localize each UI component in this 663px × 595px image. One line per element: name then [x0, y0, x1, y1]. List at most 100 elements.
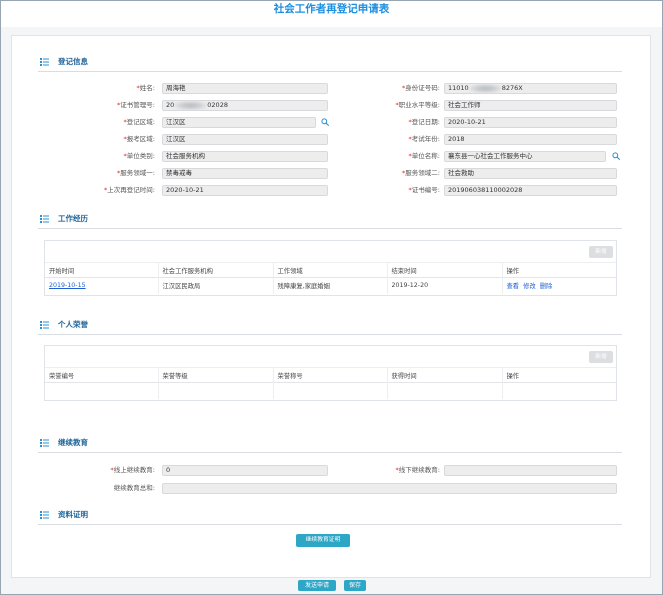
- reg-area-label: *登记区域:: [60, 117, 155, 128]
- form-card: 登记信息 *姓名: 周海艳 *身份证号码: 11010 8276X *证书管理号:…: [12, 36, 650, 577]
- reg-date-field[interactable]: 2020-10-21: [444, 117, 617, 128]
- edit-link[interactable]: 修改: [523, 283, 536, 290]
- label-text: 登记区域:: [126, 118, 155, 126]
- exam-year-field[interactable]: 2018: [444, 134, 617, 145]
- label-text: 线下继续教育:: [398, 466, 440, 474]
- reg-area-field[interactable]: 江汉区: [162, 117, 316, 128]
- label-text: 证书编号:: [411, 186, 440, 194]
- list-icon: [40, 439, 49, 447]
- table-cell: [387, 382, 503, 399]
- org-name-field[interactable]: 襄东县一心社会工作服务中心: [444, 151, 606, 162]
- column-header-honor-title: 荣誉称号: [273, 367, 388, 383]
- level-field[interactable]: 社会工作师: [444, 100, 617, 111]
- column-header-actions: 操作: [506, 372, 520, 380]
- section-honors-header: 个人荣誉: [38, 319, 622, 335]
- education-total-field[interactable]: [162, 483, 617, 494]
- label-text: 考试年份:: [411, 135, 440, 143]
- field-value: 201906038110002028: [448, 186, 523, 194]
- label-text: 服务领域一:: [120, 169, 155, 177]
- table-cell: [502, 383, 616, 399]
- label-text: 单位类别:: [126, 152, 155, 160]
- field-value: 周海艳: [166, 84, 186, 92]
- name-label: *姓名:: [60, 83, 155, 94]
- field-value: 江汉区: [166, 135, 186, 143]
- field-value: 2018: [448, 135, 465, 143]
- id-number-field[interactable]: 11010 8276X: [444, 83, 617, 94]
- list-icon: [40, 58, 49, 66]
- label-text: 身份证号码:: [405, 84, 440, 92]
- field-value: 襄东县一心社会工作服务中心: [448, 152, 533, 160]
- org-type-label: *单位类别:: [60, 151, 155, 162]
- section-continuing-education-header: 继续教育: [38, 437, 622, 453]
- org-name-label: *单位名称:: [345, 151, 440, 162]
- table-cell-actions: 查看 修改 删除: [502, 278, 616, 294]
- cert-no-field[interactable]: 201906038110002028: [444, 185, 617, 196]
- page-title: 社会工作者再登记申请表: [273, 3, 390, 15]
- field-value: 江汉区: [166, 118, 186, 126]
- field-value-prefix: 20: [166, 101, 175, 109]
- org-type-field[interactable]: 社会服务机构: [162, 151, 328, 162]
- column-header-obtained-time: 获得时间: [387, 367, 503, 383]
- service-area-2-label: *服务领域二:: [345, 168, 440, 179]
- exam-year-label: *考试年份:: [345, 134, 440, 145]
- section-title: 个人荣誉: [58, 320, 88, 329]
- redacted-blur: [174, 101, 208, 110]
- field-value: 社会救助: [448, 169, 474, 177]
- service-area-2-field[interactable]: 社会救助: [444, 168, 617, 179]
- column-header-honor-level: 荣誉等级: [158, 367, 274, 383]
- start-time-link[interactable]: 2019-10-15: [49, 282, 86, 289]
- service-area-1-field[interactable]: 禁毒戒毒: [162, 168, 328, 179]
- submit-application-button[interactable]: 发送申请: [298, 580, 336, 591]
- title-bar: 社会工作者再登记申请表: [0, 0, 663, 27]
- honors-table: 荣誉编号 荣誉等级 荣誉称号 获得时间 操作: [45, 367, 616, 399]
- save-button[interactable]: 保存: [344, 580, 366, 591]
- label-text: 报考区域:: [126, 135, 155, 143]
- table-cell: 残障康复,家庭婚姻: [273, 277, 388, 294]
- table-cell: [273, 382, 388, 399]
- view-link[interactable]: 查看: [507, 283, 520, 290]
- application-page: 社会工作者再登记申请表 登记信息 *姓名: 周海艳 *身份证号码: 11010 8…: [0, 0, 663, 595]
- last-rereg-time-label: *上次再登记时间:: [60, 185, 155, 196]
- label-text: 登记日期:: [411, 118, 440, 126]
- column-header-end-time: 结束时间: [387, 262, 503, 278]
- field-value: 2020-10-21: [448, 118, 486, 126]
- cert-mgmt-no-label: *证书管理号:: [60, 100, 155, 111]
- section-work-experience-header: 工作经历: [38, 213, 622, 229]
- field-value: 2020-10-21: [166, 186, 204, 194]
- education-proof-button[interactable]: 继续教育证明: [296, 534, 350, 547]
- exam-area-field[interactable]: 江汉区: [162, 134, 328, 145]
- label-text: 上次再登记时间:: [107, 186, 155, 194]
- table-row: 2019-10-15 江汉区民政局 残障康复,家庭婚姻 2019-12-20 查…: [45, 277, 616, 294]
- section-title: 继续教育: [58, 438, 88, 447]
- column-header-honor-number: 荣誉编号: [45, 367, 159, 383]
- list-icon: [40, 511, 49, 519]
- search-icon[interactable]: [612, 152, 620, 160]
- section-title: 登记信息: [58, 57, 88, 66]
- online-education-label: *线上继续教育:: [60, 465, 155, 476]
- table-row-empty: [45, 382, 616, 399]
- service-area-1-label: *服务领域一:: [60, 168, 155, 179]
- name-field[interactable]: 周海艳: [162, 83, 328, 94]
- last-rereg-time-field[interactable]: 2020-10-21: [162, 185, 328, 196]
- table-cell: 2019-12-20: [387, 277, 503, 294]
- list-icon: [40, 215, 49, 223]
- field-value: 社会服务机构: [166, 152, 205, 160]
- column-header-organization: 社会工作服务机构: [158, 262, 274, 278]
- label-text: 服务领域二:: [405, 169, 440, 177]
- search-icon[interactable]: [321, 118, 329, 126]
- section-registration-header: 登记信息: [38, 56, 622, 72]
- label-text: 单位名称:: [411, 152, 440, 160]
- exam-area-label: *报考区域:: [60, 134, 155, 145]
- add-work-experience-button[interactable]: 新增: [589, 246, 613, 258]
- label-text: 职业水平等级:: [398, 101, 440, 109]
- table-header-row: 荣誉编号 荣誉等级 荣誉称号 获得时间 操作: [45, 367, 616, 383]
- offline-education-field[interactable]: [444, 465, 617, 476]
- cert-mgmt-no-field[interactable]: 20 02028: [162, 100, 328, 111]
- add-honor-button[interactable]: 新增: [589, 351, 613, 363]
- label-text: 证书管理号:: [120, 101, 155, 109]
- column-header-start-time: 开始时间: [45, 262, 159, 278]
- online-education-field[interactable]: 0: [162, 465, 328, 476]
- delete-link[interactable]: 删除: [540, 283, 553, 290]
- offline-education-label: *线下继续教育:: [345, 465, 440, 476]
- table-cell: 江汉区民政局: [158, 277, 274, 294]
